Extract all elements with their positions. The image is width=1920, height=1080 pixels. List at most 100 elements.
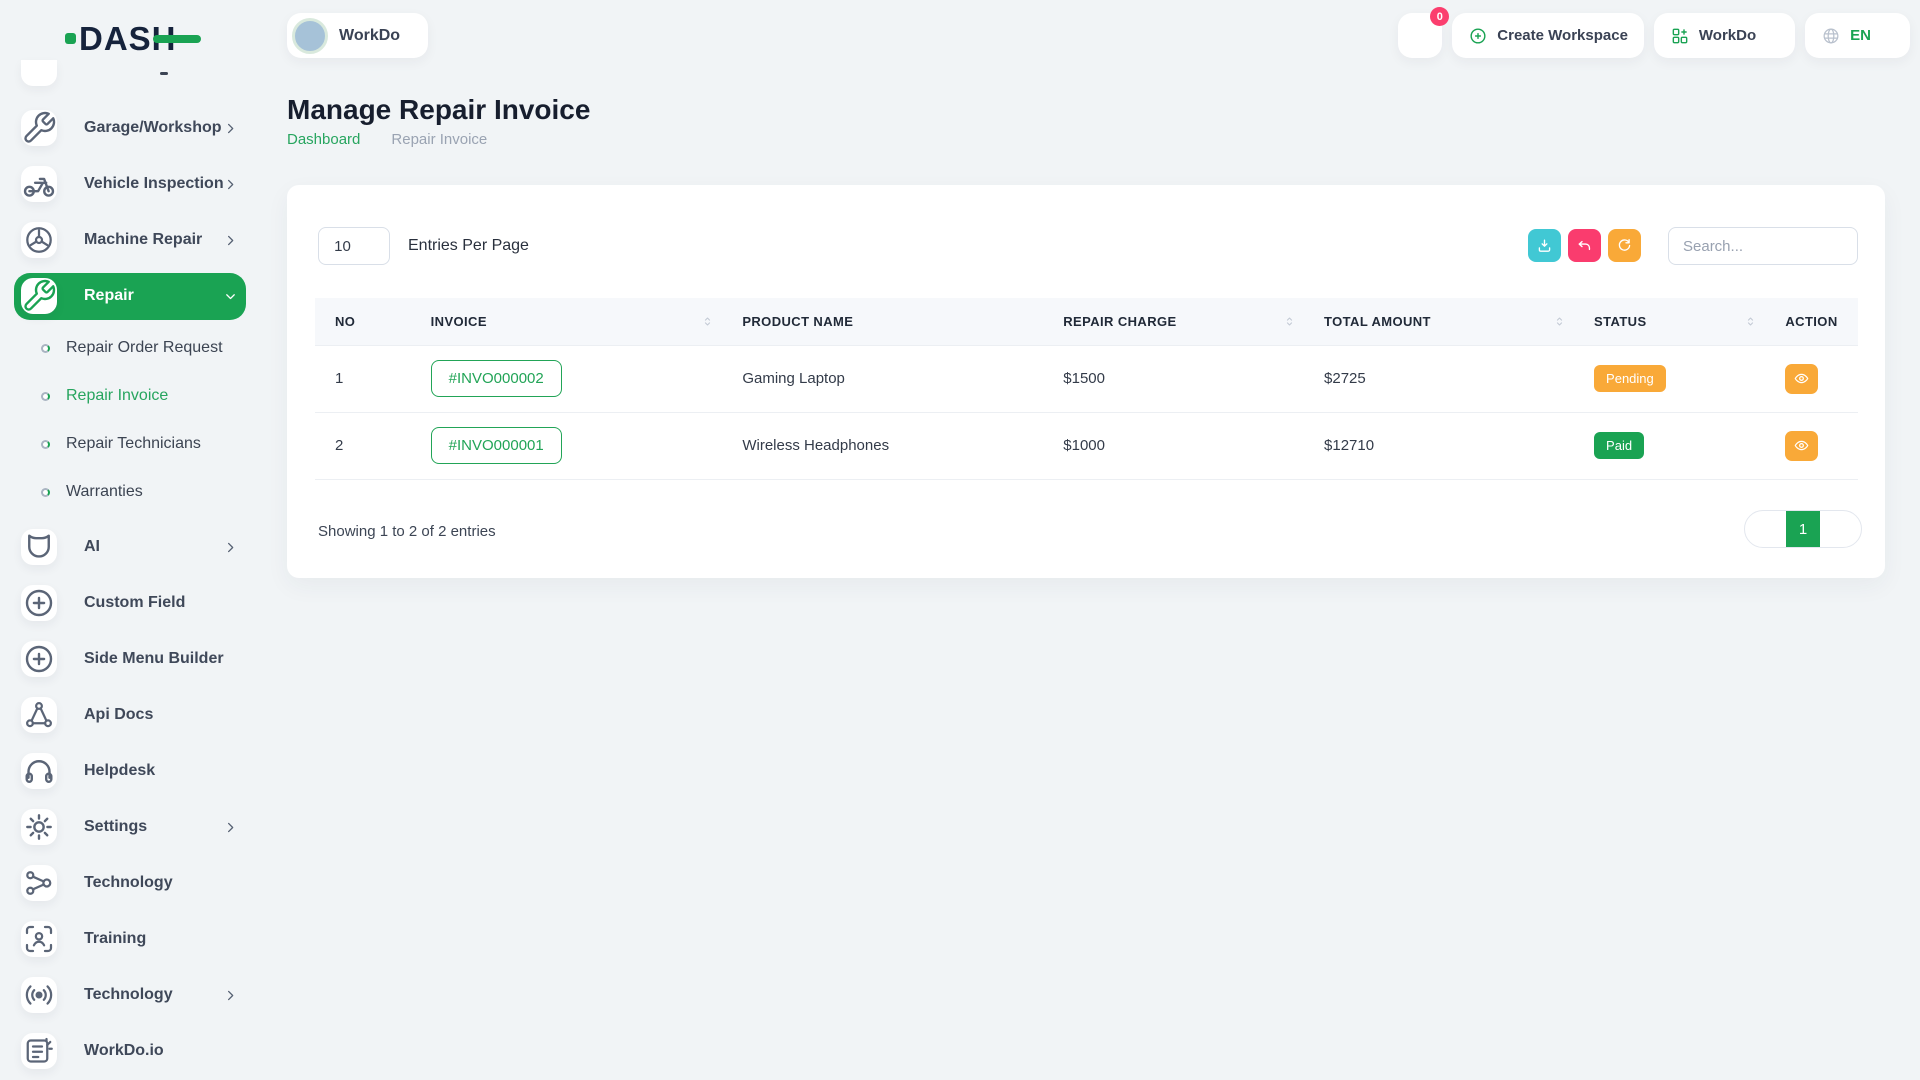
messages-button[interactable]: 0 (1398, 13, 1442, 58)
cell-repair-charge: $1000 (1043, 412, 1304, 479)
circle-plus-icon (21, 641, 57, 677)
pagination-page-1[interactable]: 1 (1786, 511, 1820, 547)
sidebar-item-garage-workshop[interactable]: Garage/Workshop (14, 100, 246, 156)
sidebar-subitem-label: Warranties (66, 483, 143, 501)
headset-icon (21, 753, 57, 789)
export-button[interactable] (1528, 229, 1561, 262)
sidebar-item-custom-field[interactable]: Custom Field (14, 575, 246, 631)
chevron-right-icon (223, 177, 238, 192)
sidebar-item-repair[interactable]: Repair (14, 273, 246, 320)
sidebar-item-label: Custom Field (84, 594, 185, 612)
sort-icon[interactable] (1744, 315, 1757, 328)
sidebar-item-ai[interactable]: AI (14, 519, 246, 575)
sidebar: Garage/Workshop Vehicle Inspection Machine… (0, 60, 260, 1080)
invoice-card: 10 Entries Per Page NOINVOICEPRODUCT NAM… (287, 185, 1885, 578)
column-header-status[interactable]: STATUS (1574, 298, 1765, 345)
chevron-right-icon (369, 133, 382, 146)
news-icon (21, 1033, 57, 1069)
column-header-no: NO (315, 298, 411, 345)
table-header-row: NOINVOICEPRODUCT NAMEREPAIR CHARGETOTAL … (315, 298, 1858, 345)
cell-product-name: Wireless Headphones (722, 412, 1043, 479)
sort-icon[interactable] (1283, 315, 1296, 328)
api-icon (21, 697, 57, 733)
cell-repair-charge: $1500 (1043, 345, 1304, 412)
top-header: DASH WorkDo 0 Create Workspace WorkDo EN (0, 0, 1920, 72)
chevron-right-icon (223, 540, 238, 555)
status-badge: Paid (1594, 432, 1644, 459)
refresh-icon (1616, 237, 1633, 254)
invoice-link-button[interactable]: #INVO000002 (431, 360, 562, 397)
undo-button[interactable] (1568, 229, 1601, 262)
column-header-total-amount[interactable]: TOTAL AMOUNT (1304, 298, 1574, 345)
breadcrumb-dashboard-link[interactable]: Dashboard (287, 131, 360, 148)
gear-icon (21, 809, 57, 845)
cell-no: 2 (315, 412, 411, 479)
page-title: Manage Repair Invoice (287, 94, 590, 126)
sidebar-item-workdo-io[interactable]: WorkDo.io (14, 1023, 246, 1079)
pagination-prev-button[interactable] (1745, 511, 1786, 547)
download-icon (1536, 237, 1553, 254)
invoice-link-button[interactable]: #INVO000001 (431, 427, 562, 464)
sidebar-item-label: Settings (84, 818, 147, 836)
sidebar-item-settings[interactable]: Settings (14, 799, 246, 855)
sidebar-item-vehicle-inspection[interactable]: Vehicle Inspection (14, 156, 246, 212)
sidebar-scrolled-label-stub (160, 72, 168, 75)
ai-icon (21, 529, 57, 565)
sidebar-item-helpdesk[interactable]: Helpdesk (14, 743, 246, 799)
sidebar-item-side-menu-builder[interactable]: Side Menu Builder (14, 631, 246, 687)
column-header-invoice[interactable]: INVOICE (411, 298, 723, 345)
app-logo: DASH (65, 22, 177, 55)
table-toolbar (1528, 229, 1641, 262)
refresh-button[interactable] (1608, 229, 1641, 262)
sidebar-subitem-repair-order-request[interactable]: Repair Order Request (14, 324, 246, 372)
sidebar-item-technology[interactable]: Technology (14, 855, 246, 911)
chevron-down-icon (223, 289, 238, 304)
entries-value: 10 (334, 238, 351, 255)
sidebar-item-machine-repair[interactable]: Machine Repair (14, 212, 246, 268)
column-header-repair-charge[interactable]: REPAIR CHARGE (1043, 298, 1304, 345)
app-switcher-label: WorkDo (1699, 27, 1756, 44)
sidebar-item-technology[interactable]: Technology (14, 967, 246, 1023)
undo-icon (1576, 237, 1593, 254)
view-button[interactable] (1785, 364, 1818, 394)
column-header-action: ACTION (1765, 298, 1858, 345)
sidebar-subitem-label: Repair Technicians (66, 435, 201, 453)
sidebar-item-label: Garage/Workshop (84, 119, 222, 137)
app-switcher-button[interactable]: WorkDo (1654, 13, 1795, 58)
breadcrumb-current: Repair Invoice (391, 131, 487, 148)
sidebar-item-label: Vehicle Inspection (84, 175, 224, 193)
entries-per-page-label: Entries Per Page (408, 237, 529, 255)
create-workspace-label: Create Workspace (1497, 27, 1628, 44)
sidebar-subitem-warranties[interactable]: Warranties (14, 468, 246, 516)
sidebar-item-api-docs[interactable]: Api Docs (14, 687, 246, 743)
sidebar-subitem-repair-technicians[interactable]: Repair Technicians (14, 420, 246, 468)
search-input[interactable] (1668, 227, 1858, 265)
chevron-down-icon (361, 240, 374, 253)
sidebar-item-label: Technology (84, 986, 173, 1004)
workspace-selector[interactable]: WorkDo (287, 13, 428, 58)
wrench-icon (21, 110, 57, 146)
view-button[interactable] (1785, 431, 1818, 461)
entries-per-page-select[interactable]: 10 (318, 227, 390, 265)
globe-icon (1821, 26, 1841, 46)
create-workspace-button[interactable]: Create Workspace (1452, 13, 1644, 58)
sidebar-item-label: Repair (84, 287, 134, 305)
sidebar-item-training[interactable]: Training (14, 911, 246, 967)
language-selector[interactable]: EN (1805, 13, 1910, 58)
sidebar-item-label: WorkDo.io (84, 1042, 164, 1060)
sort-icon[interactable] (1553, 315, 1566, 328)
chevron-right-icon (223, 820, 238, 835)
workspace-name: WorkDo (339, 27, 400, 45)
sidebar-subitem-repair-invoice[interactable]: Repair Invoice (14, 372, 246, 420)
pagination-next-button[interactable] (1820, 511, 1861, 547)
bullet-icon (41, 392, 50, 401)
table-row: 2#INVO000001Wireless Headphones$1000$127… (315, 412, 1858, 479)
chevron-right-icon (223, 988, 238, 1003)
sidebar-subitem-label: Repair Order Request (66, 339, 223, 357)
wrench-icon (21, 278, 57, 314)
status-badge: Pending (1594, 365, 1666, 392)
sort-icon[interactable] (701, 315, 714, 328)
messages-badge: 0 (1430, 7, 1449, 26)
sidebar-scrolled-item-stub (21, 60, 57, 86)
invoice-table: NOINVOICEPRODUCT NAMEREPAIR CHARGETOTAL … (315, 298, 1858, 480)
